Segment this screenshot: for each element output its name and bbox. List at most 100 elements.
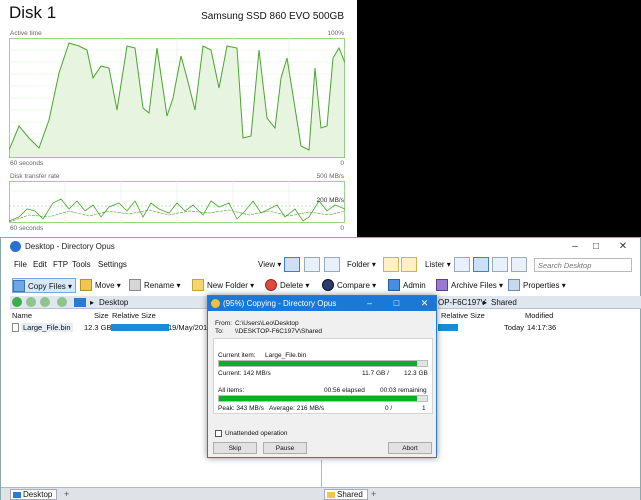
elapsed-time: 00:56 elapsed [324,387,365,394]
compare-icon [322,279,334,291]
right-path-text[interactable]: Shared [491,298,517,307]
compare-label: Compare [337,281,370,290]
progress-panel: Current item: Large_File.bin Current: 14… [213,338,433,414]
col-relative-size-right[interactable]: Relative Size [441,311,485,320]
remaining-time: 00:03 remaining [380,387,427,394]
move-label: Move [95,281,115,290]
file-date: 19/May/2019 [168,323,212,332]
archive-icon [436,279,448,291]
unattended-checkbox[interactable] [215,430,222,437]
breadcrumb-separator: ▸ [483,298,488,307]
up-icon[interactable] [40,297,50,307]
folder-up-icon[interactable] [401,257,417,272]
dialog-title-bar[interactable]: (95%) Copying - Directory Opus – □ ✕ [208,296,436,311]
unattended-label: Unattended operation [225,430,288,437]
current-rate: Current: 142 MB/s [218,370,271,377]
search-input[interactable] [534,258,632,272]
copy-files-button[interactable]: Copy Files ▾ [12,278,77,293]
current-progress-fill [219,361,417,366]
all-items-label: All items: [218,387,245,394]
close-icon[interactable]: ✕ [616,240,630,253]
modified-day: Today [504,323,525,332]
lister-dual-icon[interactable] [473,257,489,272]
folder-tree-icon[interactable] [383,257,399,272]
current-total: 12.3 GB [404,370,428,377]
col-name[interactable]: Name [12,311,32,320]
breadcrumb-separator: ▸ [90,298,95,307]
layout-power-icon[interactable] [304,257,320,272]
transfer-min-label: 0 [340,225,344,232]
forward-icon[interactable] [26,297,36,307]
new-folder-icon [192,279,204,291]
maximize-icon[interactable]: □ [589,240,603,253]
lister-menu[interactable]: Lister ▾ [425,260,451,269]
dialog-close-icon[interactable]: ✕ [418,296,431,311]
current-item-label: Current item: [218,352,256,359]
items-total: 1 [422,405,426,412]
layout-thumbnails-icon[interactable] [324,257,340,272]
view-label: View [258,260,276,269]
main-toolbar: Copy Files ▾ Move ▾ Rename ▾ New Folder … [1,275,640,295]
title-bar[interactable]: Desktop - Directory Opus – □ ✕ [1,238,640,255]
from-path: C:\Users\Leo\Desktop [235,320,299,327]
menu-ftp[interactable]: FTP [53,260,68,269]
move-button[interactable]: Move ▾ [80,278,121,293]
history-icon[interactable] [57,297,67,307]
layout-details-icon[interactable] [284,257,300,272]
archive-files-button[interactable]: Archive Files ▾ [436,278,503,293]
properties-icon [508,279,520,291]
menu-file[interactable]: File [14,260,27,269]
tab-desktop[interactable]: Desktop [10,489,58,500]
tab-bar [1,487,640,500]
items-done: 0 / [385,405,393,412]
folder-menu[interactable]: Folder ▾ [347,260,376,269]
transfer-rate-graph [9,181,345,223]
new-folder-label: New Folder [207,281,248,290]
col-relative-size[interactable]: Relative Size [112,311,156,320]
add-tab-icon[interactable]: + [64,489,69,499]
dialog-minimize-icon[interactable]: – [363,296,376,311]
menu-tools[interactable]: Tools [72,260,91,269]
view-menu[interactable]: View ▾ [258,260,281,269]
right-path-bar[interactable]: OP-F6C197V ▸ Shared [438,296,641,309]
shield-icon [388,279,400,291]
dopus-app-icon [10,241,21,252]
rename-icon [129,279,141,291]
all-progress-bar [218,395,428,402]
pause-button[interactable]: Pause [263,442,307,454]
rename-button[interactable]: Rename ▾ [129,278,181,293]
menu-edit[interactable]: Edit [33,260,47,269]
col-size[interactable]: Size [94,311,109,320]
transfer-mid-label: 200 MB/s [316,197,344,204]
transfer-rate-label: Disk transfer rate [10,173,60,180]
rename-label: Rename [144,281,175,290]
dialog-maximize-icon[interactable]: □ [390,296,403,311]
lister-tree-icon[interactable] [511,257,527,272]
col-modified[interactable]: Modified [525,311,553,320]
skip-button[interactable]: Skip [213,442,257,454]
back-icon[interactable] [12,297,22,307]
active-time-label: Active time [10,30,42,37]
active-min-label: 0 [340,160,344,167]
compare-button[interactable]: Compare ▾ [322,278,376,293]
tab-shared[interactable]: Shared [324,489,368,500]
properties-button[interactable]: Properties ▾ [508,278,566,293]
right-path-host[interactable]: OP-F6C197V [438,298,486,307]
delete-button[interactable]: Delete ▾ [265,278,309,293]
desktop-tab-icon [13,492,21,498]
abort-button[interactable]: Abort [388,442,432,454]
new-folder-button[interactable]: New Folder ▾ [192,278,254,293]
admin-button[interactable]: Admin [388,278,426,293]
table-row[interactable]: Large_File.bin 12.3 GB 19/May/2019 [10,322,212,333]
file-icon [12,323,19,332]
file-name: Large_File.bin [21,323,73,332]
archive-label: Archive Files [451,281,497,290]
lister-single-icon[interactable] [454,257,470,272]
pane-divider[interactable] [321,460,322,487]
add-tab-icon-right[interactable]: + [371,489,376,499]
move-icon [80,279,92,291]
left-path-text[interactable]: Desktop [99,298,128,307]
lister-vertical-icon[interactable] [492,257,508,272]
menu-settings[interactable]: Settings [98,260,127,269]
minimize-icon[interactable]: – [568,240,582,253]
